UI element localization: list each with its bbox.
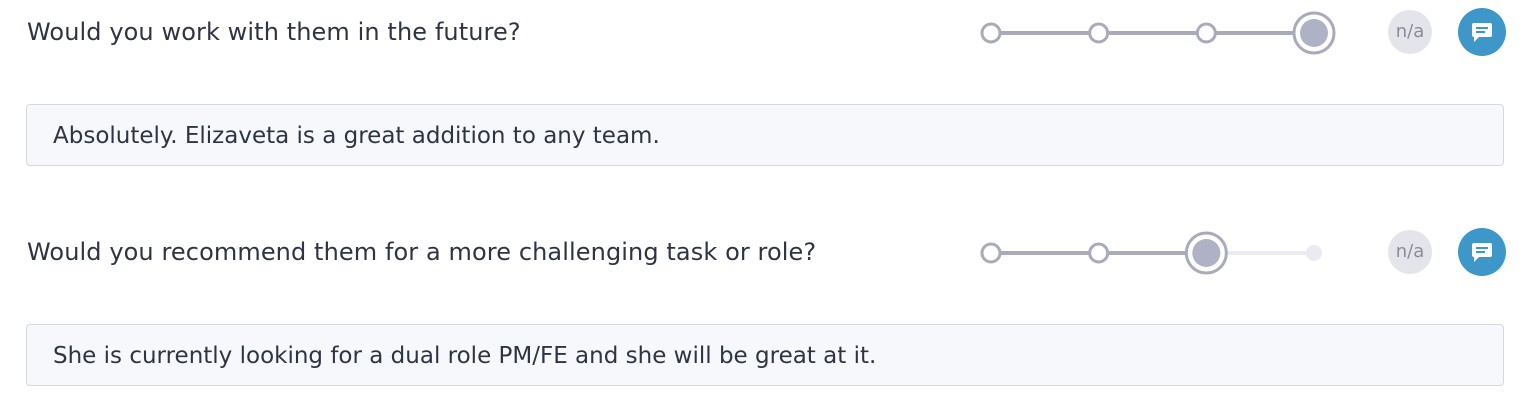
comment-button[interactable] [1458, 8, 1506, 56]
answer-text: She is currently looking for a dual role… [53, 343, 877, 369]
comment-button[interactable] [1458, 228, 1506, 276]
rating-slider[interactable] [980, 230, 1340, 276]
question-text: Would you work with them in the future? [27, 18, 521, 46]
na-button[interactable]: n/a [1388, 230, 1432, 274]
question-text: Would you recommend them for a more chal… [27, 238, 817, 266]
rating-slider[interactable] [980, 10, 1340, 56]
rating-step[interactable] [1306, 245, 1322, 261]
rating-step[interactable] [1088, 22, 1110, 44]
speech-bubble-icon [1472, 243, 1492, 262]
na-button[interactable]: n/a [1388, 10, 1432, 54]
rating-step[interactable] [1195, 22, 1217, 44]
answer-field[interactable]: She is currently looking for a dual role… [26, 324, 1504, 386]
rating-step[interactable] [1088, 242, 1110, 264]
rating-knob-selected-fill [1192, 239, 1221, 267]
answer-text: Absolutely. Elizaveta is a great additio… [53, 123, 660, 149]
rating-step[interactable] [980, 22, 1002, 44]
rating-step[interactable] [980, 242, 1002, 264]
question-row: Would you recommend them for a more chal… [0, 220, 1530, 286]
question-row: Would you work with them in the future? … [0, 0, 1530, 66]
rating-knob-selected-fill [1300, 19, 1328, 47]
answer-field[interactable]: Absolutely. Elizaveta is a great additio… [26, 104, 1504, 166]
speech-bubble-icon [1472, 23, 1492, 42]
